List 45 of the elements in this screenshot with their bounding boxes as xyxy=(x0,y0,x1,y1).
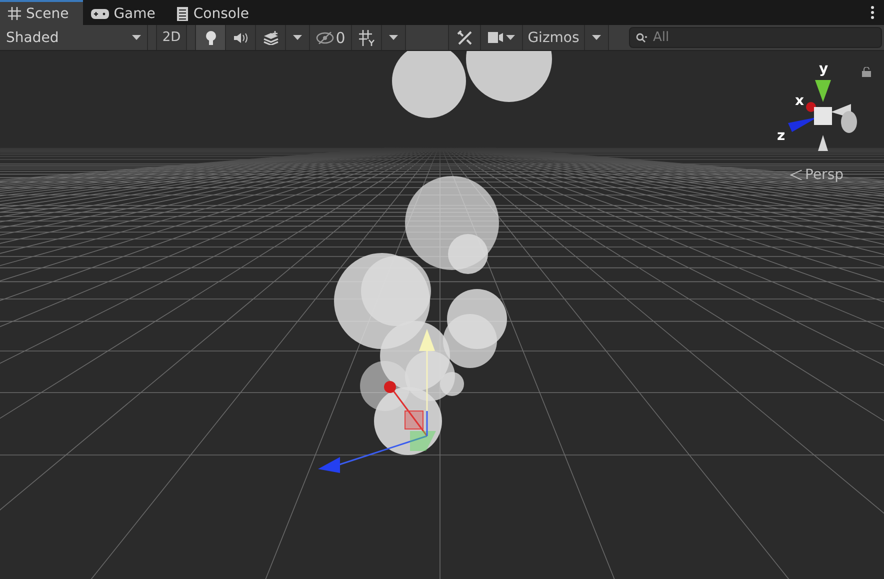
toggle-button[interactable] xyxy=(226,25,256,50)
search-icon xyxy=(636,32,648,42)
gizmos-dropdown-button[interactable] xyxy=(585,25,609,50)
tools-icon xyxy=(456,30,472,46)
layers-icon xyxy=(262,30,278,44)
tab-label: Scene xyxy=(26,6,69,22)
hidden-objects-button[interactable]: 0 xyxy=(310,25,352,50)
document-icon xyxy=(177,6,188,20)
2d-toggle-button[interactable]: 2D xyxy=(157,25,187,50)
gizmos-button[interactable]: Gizmos xyxy=(523,25,585,50)
axis-label: x xyxy=(795,93,804,109)
toggle-button[interactable] xyxy=(256,25,286,50)
speaker-icon xyxy=(232,32,248,44)
grid-snap-button[interactable] xyxy=(352,25,382,50)
tools-button[interactable] xyxy=(449,25,481,50)
projection-toggle[interactable]: Persp xyxy=(790,167,844,183)
camera-icon xyxy=(488,32,504,43)
shading-mode-dropdown[interactable]: Shaded xyxy=(0,25,148,50)
caret-icon xyxy=(506,35,515,40)
more-options-icon[interactable] xyxy=(871,6,874,19)
caret-icon xyxy=(132,35,141,40)
tab[interactable]: Console xyxy=(169,0,263,25)
tab[interactable]: Game xyxy=(82,0,170,25)
caret-icon xyxy=(293,35,302,40)
grid-icon xyxy=(358,30,374,46)
chevron-left-icon xyxy=(790,170,802,180)
grid-dropdown-button[interactable] xyxy=(382,25,406,50)
camera-dropdown-button[interactable] xyxy=(481,25,523,50)
effects-dropdown-button[interactable] xyxy=(286,25,310,50)
axis-label: z xyxy=(777,128,786,144)
caret-icon xyxy=(592,35,601,40)
grid-icon xyxy=(8,7,21,20)
axis-label: y xyxy=(819,61,828,77)
hidden-count: 0 xyxy=(336,28,346,46)
tab[interactable]: Scene xyxy=(0,0,83,25)
tab-label: Game xyxy=(114,6,156,22)
light-bulb-icon xyxy=(204,30,216,46)
lock-icon[interactable] xyxy=(862,67,871,77)
tab-label: Console xyxy=(193,6,249,22)
eye-slash-icon xyxy=(316,32,334,44)
orientation-gizmo-drawing[interactable]: y x z xyxy=(774,60,873,152)
caret-icon xyxy=(389,35,398,40)
toggle-button[interactable] xyxy=(196,25,226,50)
gamepad-icon xyxy=(90,8,109,18)
scene-viewport-drawing[interactable] xyxy=(0,51,884,579)
